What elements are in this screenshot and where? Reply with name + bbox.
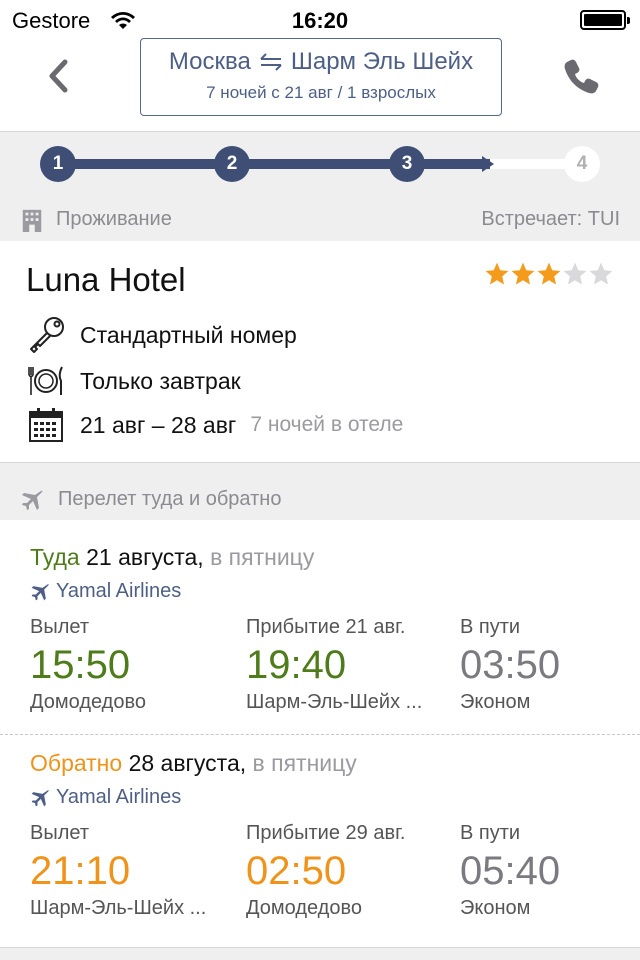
flight-section-header: Перелет туда и обратно: [0, 478, 640, 524]
step-3[interactable]: 3: [389, 146, 425, 182]
duration-label: В пути: [460, 822, 521, 844]
clock: 16:20: [291, 8, 349, 33]
stay-dates-row: 21 авг – 28 авг 7 ночей в отеле: [26, 405, 403, 445]
step-2[interactable]: 2: [214, 146, 250, 182]
room-type-row: Стандартный номер: [26, 315, 297, 355]
hotel-name: Luna Hotel: [26, 261, 186, 298]
star-filled-icon: [485, 262, 509, 285]
step-4: 4: [564, 146, 600, 182]
meal-plan: Только завтрак: [80, 367, 241, 394]
accommodation-title: Проживание: [56, 208, 172, 230]
outbound-direction: Туда: [30, 544, 80, 570]
plate-cutlery-icon: [28, 366, 63, 395]
outbound-airline: Yamal Airlines: [56, 580, 182, 602]
search-summary-button[interactable]: Москва Шарм Эль Шейх 7 ночей с 21 авг / …: [140, 38, 502, 116]
duration-label: В пути: [460, 616, 521, 638]
return-weekday: в пятницу: [252, 750, 357, 776]
arrival-label: Прибытие 29 авг.: [246, 822, 406, 844]
return-departure: Вылет 21:10 Шарм-Эль-Шейх ...: [30, 822, 206, 920]
departure-time: 21:10: [30, 849, 131, 893]
stay-dates: 21 авг – 28 авг: [80, 411, 237, 438]
return-airline-row: Yamal Airlines: [30, 786, 181, 809]
outbound-leg[interactable]: Туда 21 августа, в пятницу Yamal Airline…: [0, 520, 640, 726]
star-filled-icon: [537, 262, 561, 285]
arrival-time: 19:40: [246, 643, 347, 687]
return-arrival: Прибытие 29 авг. 02:50 Домодедово: [246, 822, 405, 920]
hotel-card[interactable]: Luna Hotel Стандартный номер Только завт…: [0, 241, 640, 463]
arrival-airport: Домодедово: [246, 897, 362, 919]
calendar-icon: [29, 408, 63, 442]
outbound-arrival: Прибытие 21 авг. 19:40 Шарм-Эль-Шейх ...: [246, 616, 422, 714]
outbound-departure: Вылет 15:50 Домодедово: [30, 616, 146, 714]
star-empty-icon: [563, 262, 587, 285]
stepper-progress-track: [58, 159, 490, 169]
status-bar: Gestore 16:20: [0, 0, 640, 40]
airplane-icon: [31, 583, 49, 600]
departure-label: Вылет: [30, 822, 90, 844]
airplane-icon: [31, 789, 49, 806]
key-icon: [30, 317, 64, 353]
tour-operator: Встречает: TUI: [481, 208, 620, 230]
cabin-class: Эконом: [460, 897, 531, 919]
return-header: Обратно 28 августа, в пятницу: [30, 750, 357, 777]
departure-airport: Домодедово: [30, 691, 146, 713]
building-icon: [22, 209, 42, 232]
arrival-airport: Шарм-Эль-Шейх ...: [246, 691, 423, 713]
duration-value: 03:50: [460, 643, 561, 687]
star-filled-icon: [511, 262, 535, 285]
star-empty-icon: [589, 262, 613, 285]
nav-bar: Москва Шарм Эль Шейх 7 ночей с 21 авг / …: [0, 38, 640, 132]
flight-card[interactable]: Туда 21 августа, в пятницу Yamal Airline…: [0, 520, 640, 948]
outbound-airline-row: Yamal Airlines: [30, 580, 181, 603]
battery-icon: [580, 10, 630, 30]
arrival-time: 02:50: [246, 849, 347, 893]
duration-value: 05:40: [460, 849, 561, 893]
booking-stepper: 1 2 3 4: [0, 133, 640, 195]
return-direction: Обратно: [30, 750, 123, 776]
return-leg[interactable]: Обратно 28 августа, в пятницу Yamal Airl…: [0, 726, 640, 932]
outbound-duration: В пути 03:50 Эконом: [460, 616, 560, 714]
step-1[interactable]: 1: [40, 146, 76, 182]
chevron-left-icon: [49, 59, 68, 93]
arrival-label: Прибытие 21 авг.: [246, 616, 406, 638]
airplane-icon: [22, 490, 43, 510]
departure-time: 15:50: [30, 643, 131, 687]
flight-title: Перелет туда и обратно: [58, 488, 282, 510]
route-from: Москва: [168, 48, 251, 75]
cabin-class: Эконом: [460, 691, 531, 713]
route-details: 7 ночей с 21 авг / 1 взрослых: [206, 83, 436, 102]
outbound-weekday: в пятницу: [210, 544, 315, 570]
accommodation-section-header: Проживание Встречает: TUI: [0, 198, 640, 244]
room-type: Стандартный номер: [80, 321, 297, 348]
meal-plan-row: Только завтрак: [26, 361, 241, 401]
route-to: Шарм Эль Шейх: [290, 48, 474, 75]
back-button[interactable]: [36, 54, 80, 98]
departure-label: Вылет: [30, 616, 90, 638]
phone-icon[interactable]: [562, 56, 602, 96]
return-airline: Yamal Airlines: [56, 786, 182, 808]
outbound-date: 21 августа,: [86, 544, 204, 570]
nights-count: 7 ночей в отеле: [250, 413, 404, 436]
swap-arrows-icon: [260, 53, 282, 71]
return-date: 28 августа,: [128, 750, 247, 776]
hotel-rating: [484, 261, 614, 287]
outbound-header: Туда 21 августа, в пятницу: [30, 544, 314, 571]
departure-airport: Шарм-Эль-Шейх ...: [30, 897, 207, 919]
return-duration: В пути 05:40 Эконом: [460, 822, 560, 920]
stepper-arrow: [482, 156, 494, 172]
